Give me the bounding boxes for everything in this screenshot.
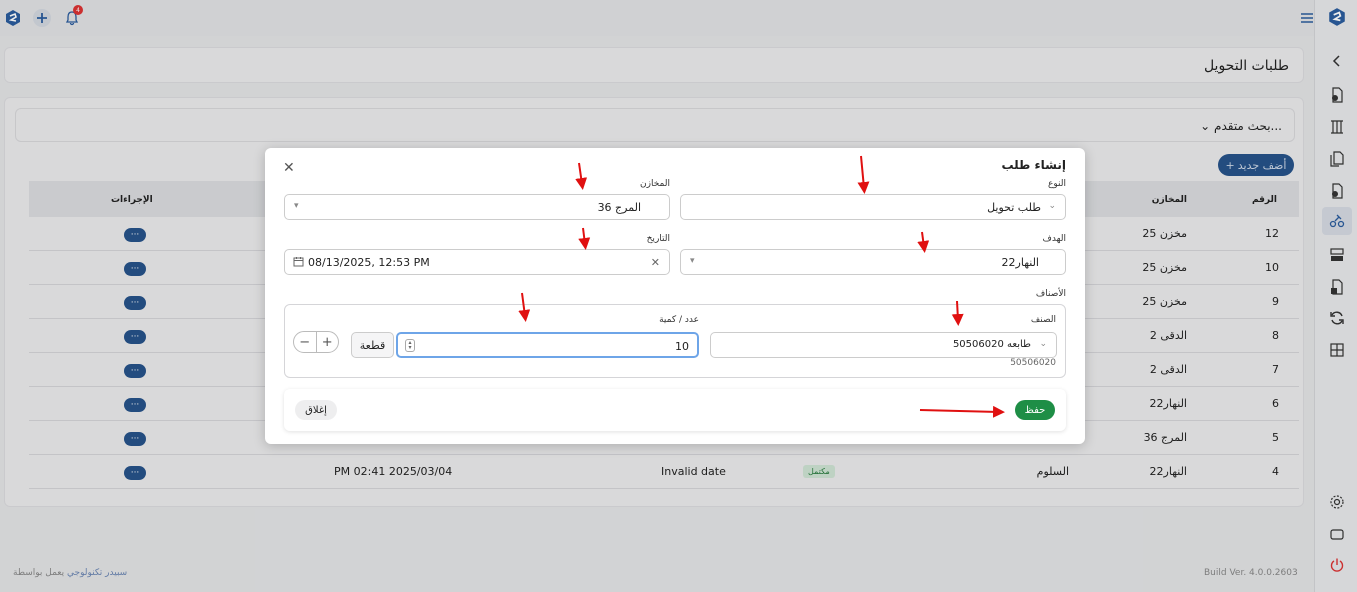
unit-label: قطعة <box>351 332 394 358</box>
items-section: الصنف طابعه 50506020 ⌄ 50506020 عدد / كم… <box>284 304 1066 378</box>
modal-actions: إغلاق حفظ <box>284 389 1066 431</box>
items-label: الأصناف <box>1035 289 1066 299</box>
quantity-input[interactable]: 10 ▴ ▾ <box>396 332 699 358</box>
warehouse-label: المخازن <box>640 179 670 189</box>
quantity-stepper: − + <box>293 331 339 353</box>
chevron-down-icon: ⌄ <box>1048 201 1056 211</box>
target-select[interactable]: النهار22 ▾ <box>680 249 1066 275</box>
type-label: النوع <box>1048 179 1066 189</box>
close-button[interactable]: إغلاق <box>295 400 337 420</box>
item-label: الصنف <box>1030 315 1056 325</box>
clear-icon[interactable]: ✕ <box>651 256 660 269</box>
save-button[interactable]: حفظ <box>1015 400 1055 420</box>
caret-down-icon: ▾ <box>690 256 695 266</box>
spinner-icon[interactable]: ▴ ▾ <box>405 339 415 352</box>
calendar-icon <box>293 256 304 270</box>
chevron-down-icon: ⌄ <box>1039 339 1047 349</box>
create-request-modal: إنشاء طلب ✕ النوع طلب تحويل ⌄ المخازن ال… <box>265 148 1085 444</box>
caret-down-icon: ▾ <box>294 201 299 211</box>
minus-icon[interactable]: − <box>294 332 316 352</box>
target-label: الهدف <box>1042 234 1066 244</box>
plus-icon[interactable]: + <box>315 332 339 352</box>
close-icon[interactable]: ✕ <box>283 161 295 175</box>
type-select[interactable]: طلب تحويل ⌄ <box>680 194 1066 220</box>
modal-title: إنشاء طلب <box>1001 158 1066 172</box>
warehouse-select[interactable]: المرج 36 ▾ <box>284 194 670 220</box>
date-label: التاريخ <box>646 234 670 244</box>
quantity-label: عدد / كمية <box>659 315 699 325</box>
item-code: 50506020 <box>1010 358 1056 368</box>
item-select[interactable]: طابعه 50506020 ⌄ <box>710 332 1057 358</box>
date-input[interactable]: ✕ 08/13/2025, 12:53 PM <box>284 249 670 275</box>
